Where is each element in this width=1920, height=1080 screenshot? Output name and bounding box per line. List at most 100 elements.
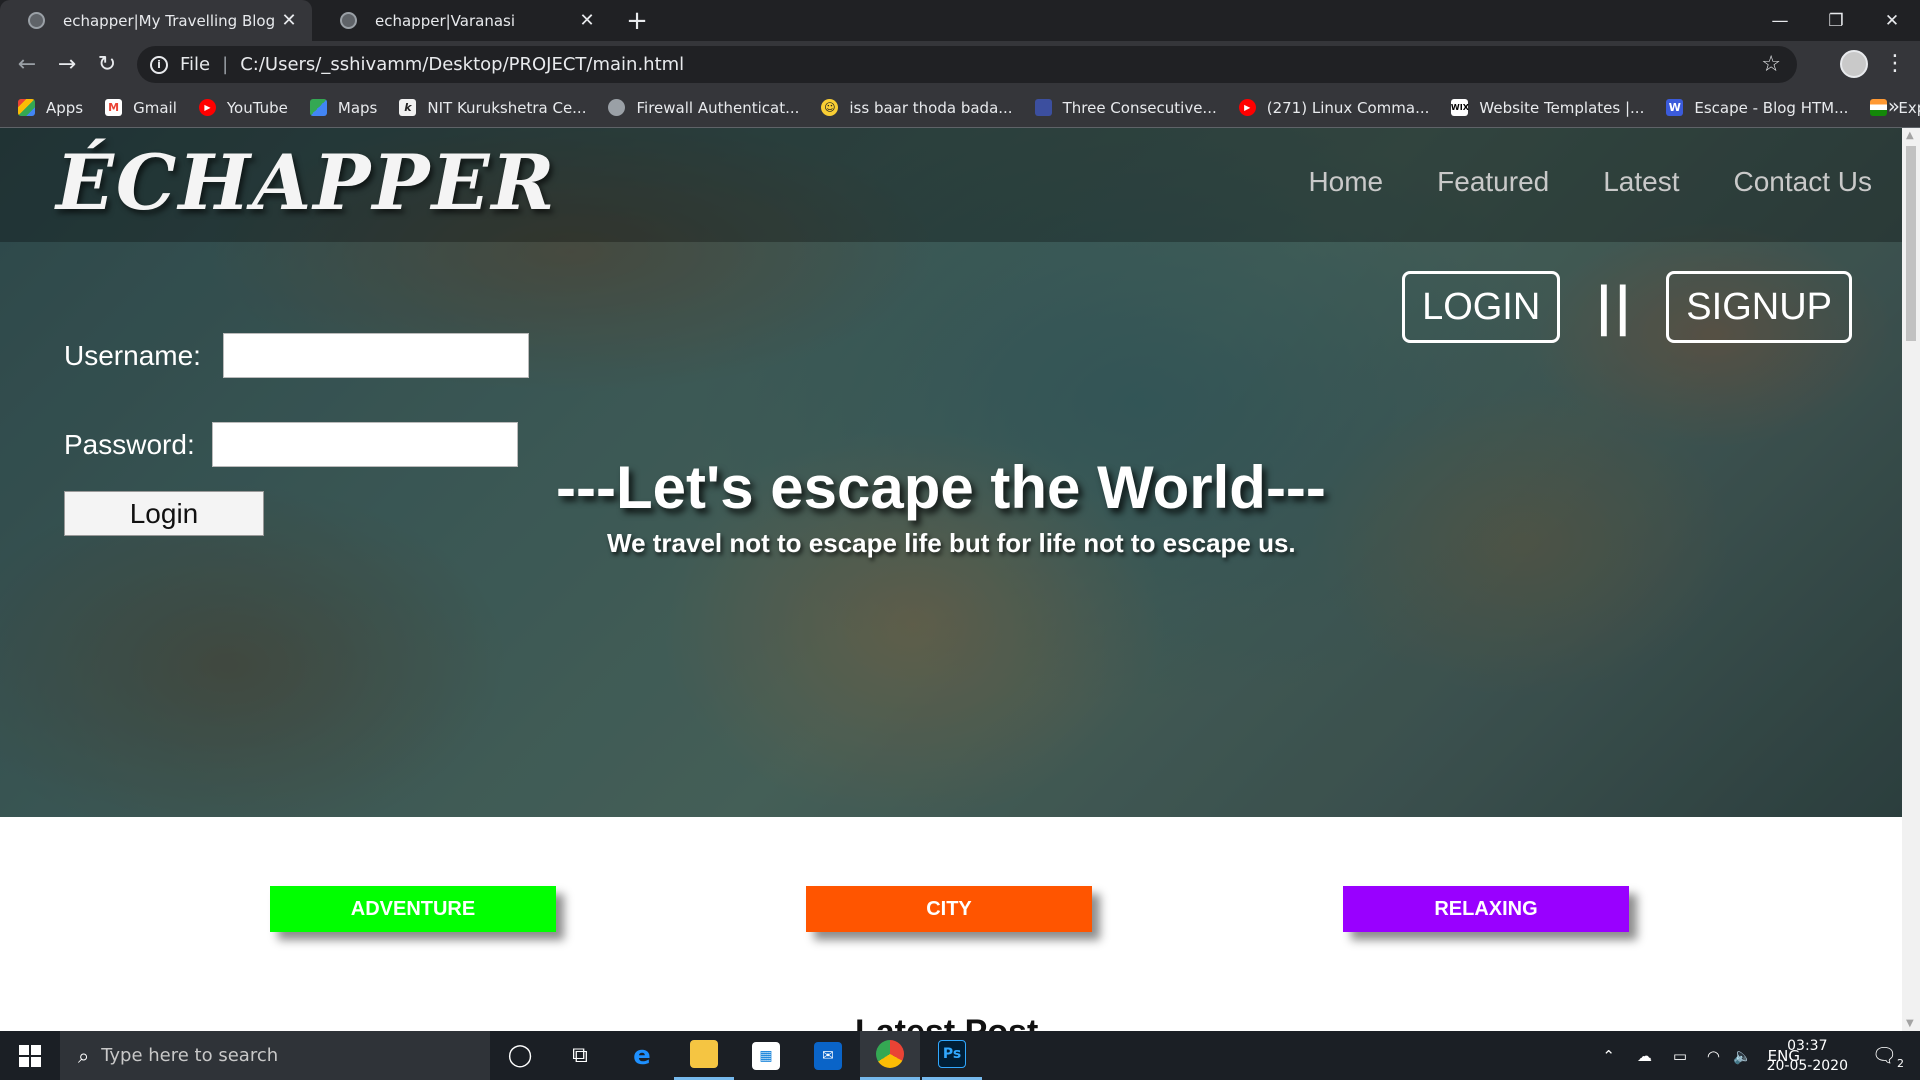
onedrive-icon[interactable]: ☁ [1637, 1031, 1652, 1080]
bookmark-label: (271) Linux Comma... [1266, 98, 1430, 117]
youtube-icon: ▶ [198, 99, 216, 116]
chrome-icon[interactable] [860, 1031, 920, 1080]
bookmark-linux-commands[interactable]: ▶ (271) Linux Comma... [1238, 98, 1430, 117]
apps-grid-icon [18, 99, 35, 116]
photoshop-icon[interactable]: Ps [922, 1031, 982, 1080]
cortana-icon[interactable]: ◯ [490, 1031, 550, 1080]
edge-icon[interactable]: e [612, 1031, 672, 1080]
globe-icon [608, 99, 626, 116]
login-form: Username: Password: Login [64, 333, 529, 536]
username-input[interactable] [222, 333, 529, 378]
site-logo[interactable]: ÉCHAPPER [56, 138, 557, 227]
bookmark-three-consecutive[interactable]: Three Consecutive... [1034, 98, 1217, 117]
password-row: Password: [64, 422, 529, 467]
start-button[interactable] [0, 1031, 60, 1080]
clock-time: 03:37 [1787, 1038, 1828, 1054]
url-scheme: File [180, 54, 211, 75]
system-clock[interactable]: 03:37 20-05-2020 [1767, 1036, 1848, 1076]
bookmark-label: Website Templates |... [1479, 98, 1645, 117]
bookmark-escape-blog[interactable]: W Escape - Blog HTM... [1666, 99, 1848, 117]
bookmark-youtube[interactable]: ▶ YouTube [198, 98, 288, 117]
form-login-button[interactable]: Login [64, 491, 264, 536]
mail-icon[interactable]: ✉ [798, 1031, 858, 1080]
bookmark-label: Explore India [1898, 98, 1920, 117]
page-scrollbar[interactable]: ▲ ▼ [1902, 128, 1920, 1031]
w-icon: W [1666, 99, 1684, 116]
hero-headline: ---Let's escape the World--- [556, 454, 1326, 521]
profile-avatar[interactable] [1840, 50, 1868, 78]
minimize-button[interactable]: — [1752, 0, 1808, 41]
address-bar[interactable]: i File | C:/Users/_sshivamm/Desktop/PROJ… [137, 46, 1797, 83]
bookmark-label: Gmail [133, 98, 177, 117]
nav-home[interactable]: Home [1308, 166, 1383, 198]
bookmark-label: Maps [337, 98, 378, 117]
category-city-button[interactable]: CITY [806, 886, 1092, 932]
file-explorer-icon[interactable] [674, 1031, 734, 1080]
nit-icon: k [399, 99, 417, 116]
youtube-icon: ▶ [1238, 99, 1256, 116]
volume-icon[interactable]: 🔈 [1733, 1031, 1752, 1080]
task-view-icon[interactable]: ⧉ [550, 1031, 610, 1080]
url-divider: | [222, 54, 229, 75]
bookmark-website-templates[interactable]: WIX Website Templates |... [1451, 99, 1644, 117]
latest-post-heading: Latest Post [855, 1013, 1038, 1031]
notification-count: 2 [1897, 1057, 1904, 1070]
back-button[interactable]: ← [11, 48, 43, 80]
info-icon[interactable]: i [150, 55, 168, 74]
action-center-icon[interactable]: 🗨2 [1872, 1043, 1904, 1070]
bookmark-gmail[interactable]: M Gmail [105, 99, 177, 117]
doc-icon [1034, 99, 1052, 116]
close-icon[interactable]: ✕ [278, 10, 300, 32]
scroll-down-icon[interactable]: ▼ [1906, 1018, 1914, 1029]
bookmark-star-icon[interactable]: ☆ [1761, 52, 1781, 77]
scroll-thumb[interactable] [1906, 146, 1916, 341]
close-icon[interactable]: ✕ [576, 10, 598, 32]
tray-overflow-icon[interactable]: ⌃ [1602, 1031, 1615, 1080]
store-icon[interactable]: ▦ [736, 1031, 796, 1080]
page-viewport: ÉCHAPPER Home Featured Latest Contact Us… [0, 128, 1902, 1031]
menu-kebab-icon[interactable]: ⋮ [1884, 51, 1906, 76]
bookmark-label: YouTube [226, 98, 288, 117]
bookmark-label: Escape - Blog HTM... [1694, 98, 1849, 117]
nav-latest[interactable]: Latest [1603, 166, 1679, 198]
reload-button[interactable]: ↻ [91, 48, 123, 80]
battery-icon[interactable]: ▭ [1673, 1031, 1687, 1080]
tab-title: echapper|My Travelling Blog [63, 11, 276, 30]
bookmark-iss-baar[interactable]: ☺ iss baar thoda bada... [821, 99, 1013, 117]
taskbar-search[interactable]: ⌕ Type here to search [60, 1031, 490, 1080]
restore-button[interactable]: ❐ [1808, 0, 1864, 41]
username-label: Username: [64, 339, 201, 371]
signup-button[interactable]: SIGNUP [1666, 271, 1852, 343]
window-close-button[interactable]: ✕ [1864, 0, 1920, 41]
nav-featured[interactable]: Featured [1437, 166, 1549, 198]
globe-icon [340, 12, 357, 29]
nav-contact-us[interactable]: Contact Us [1734, 166, 1873, 198]
forward-button[interactable]: → [51, 48, 83, 80]
bookmark-nit-kurukshetra[interactable]: k NIT Kurukshetra Ce... [399, 99, 586, 117]
wifi-icon[interactable]: ◠ [1707, 1031, 1720, 1080]
bookmark-firewall[interactable]: Firewall Authenticat... [608, 99, 799, 117]
globe-icon [28, 12, 45, 29]
gmail-icon: M [105, 99, 123, 116]
category-adventure-button[interactable]: ADVENTURE [270, 886, 556, 932]
bookmark-label: NIT Kurukshetra Ce... [427, 98, 587, 117]
more-bookmarks-icon[interactable]: » [1888, 94, 1900, 118]
bookmarks-bar: Apps M Gmail ▶ YouTube Maps k NIT Kuruks… [0, 88, 1920, 128]
tab-echapper-blog[interactable]: echapper|My Travelling Blog ✕ [0, 0, 312, 41]
bookmark-maps[interactable]: Maps [309, 98, 378, 117]
password-input[interactable] [211, 422, 518, 467]
category-relaxing-button[interactable]: RELAXING [1343, 886, 1629, 932]
bookmark-label: Apps [46, 98, 84, 117]
bookmark-label: Three Consecutive... [1062, 98, 1217, 117]
browser-toolbar: ← → ↻ i File | C:/Users/_sshivamm/Deskto… [0, 41, 1920, 88]
login-button[interactable]: LOGIN [1402, 271, 1561, 343]
tab-echapper-varanasi[interactable]: echapper|Varanasi ✕ [312, 0, 610, 41]
scroll-up-icon[interactable]: ▲ [1906, 130, 1914, 141]
india-flag-icon [1870, 99, 1888, 116]
windows-logo-icon [19, 1044, 41, 1067]
password-label: Password: [64, 428, 195, 460]
bookmark-apps[interactable]: Apps [18, 99, 83, 117]
new-tab-button[interactable]: + [622, 6, 652, 36]
auth-separator: || [1594, 277, 1633, 337]
url-text[interactable]: C:/Users/_sshivamm/Desktop/PROJECT/main.… [240, 54, 684, 75]
